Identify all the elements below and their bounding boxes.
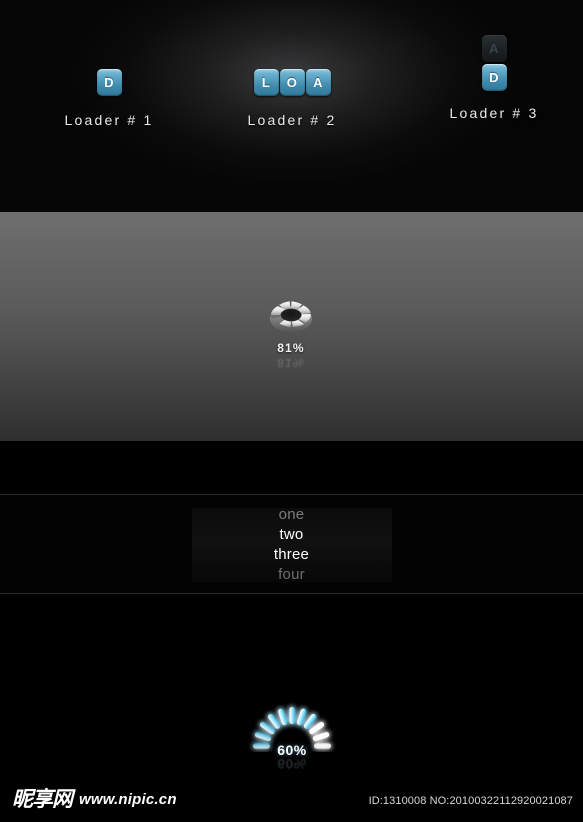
letter-tile: O	[279, 69, 305, 96]
loader-demo-2: L O A Loader # 2	[212, 62, 372, 128]
tile-stack-3: A D	[415, 35, 573, 91]
loader-demo-3: A D Loader # 3	[415, 35, 573, 121]
letter-tile: A	[305, 69, 331, 96]
brand-url: www.nipic.cn	[79, 791, 177, 808]
arc-loader: 60% 60%	[244, 696, 340, 772]
hero-section: D Loader # 1 L O A Loader # 2 A D Loader…	[0, 0, 583, 212]
word-list: one two three four	[0, 505, 583, 585]
letter-tile: L	[253, 69, 279, 96]
loader-caption-1: Loader # 1	[64, 112, 154, 128]
arc-loader-section: 60% 60%	[0, 594, 583, 780]
donut-percent-label: 81%	[277, 341, 305, 355]
footer-watermark: 昵享网 www.nipic.cn ID:1310008 NO:201003221…	[0, 780, 583, 822]
tile-row-2: L O A	[212, 62, 372, 96]
letter-tile: D	[96, 69, 122, 96]
list-item[interactable]: two	[0, 525, 583, 545]
arc-percent-reflection: 60%	[277, 756, 307, 772]
brand-logo: 昵享网 www.nipic.cn	[12, 789, 177, 810]
spacer-black	[0, 441, 583, 494]
list-item[interactable]: three	[0, 545, 583, 565]
loader-caption-3: Loader # 3	[449, 105, 539, 121]
donut-percent-reflection: 81%	[277, 356, 305, 370]
word-list-section: one two three four	[0, 494, 583, 594]
list-item[interactable]: one	[0, 505, 583, 525]
tile-row-1: D	[30, 62, 188, 96]
loader-demo-1: D Loader # 1	[30, 62, 188, 128]
loader-caption-2: Loader # 2	[247, 112, 337, 128]
letter-tile-dim: A	[481, 35, 507, 62]
asset-id-text: ID:1310008 NO:20100322112920021087	[368, 795, 573, 807]
donut-ring-icon	[267, 296, 315, 340]
letter-tile: D	[481, 64, 507, 91]
donut-loader-section: 81% 81%	[0, 212, 583, 441]
list-item[interactable]: four	[0, 565, 583, 585]
brand-name-cjk: 昵享网	[12, 787, 73, 811]
donut-loader: 81% 81%	[258, 296, 324, 370]
